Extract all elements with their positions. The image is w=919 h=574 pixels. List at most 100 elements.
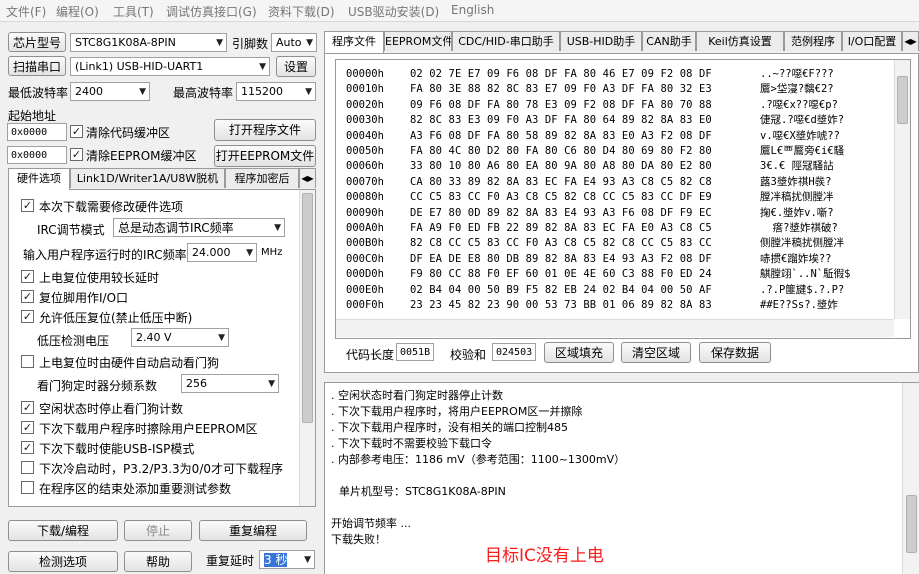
- open-program-file-button[interactable]: 打开程序文件: [214, 119, 316, 141]
- tab-io-config[interactable]: I/O口配置: [842, 31, 902, 51]
- tab-examples[interactable]: 范例程序: [784, 31, 842, 51]
- lvd-select[interactable]: 2.40 V ▼: [131, 328, 229, 347]
- hex-vertical-scrollbar[interactable]: [894, 60, 910, 319]
- options-scrollbar[interactable]: [299, 190, 315, 506]
- menu-usb-driver[interactable]: USB驱动安装(D): [348, 3, 439, 20]
- pin-count-label: 引脚数: [232, 37, 269, 51]
- hex-row-address: 00080h: [346, 191, 384, 204]
- checksum-value: 024503: [492, 343, 536, 361]
- tab-keil-sim[interactable]: Keil仿真设置: [696, 31, 784, 51]
- hex-row-bytes[interactable]: FA A9 F0 ED FB 22 89 82 8A 83 EC FA E0 A…: [410, 220, 712, 236]
- hex-row-bytes[interactable]: F9 80 CC 88 F0 EF 60 01 0E 4E 60 C3 88 F…: [410, 266, 712, 282]
- help-button[interactable]: 帮助: [124, 551, 192, 572]
- clear-eeprom-checkbox[interactable]: ✓: [70, 148, 83, 161]
- tab-scroll-arrows[interactable]: ◀▶: [299, 168, 316, 188]
- hex-row-bytes[interactable]: 09 F6 08 DF FA 80 78 E3 09 F2 08 DF FA 8…: [410, 97, 712, 113]
- end-param-checkbox[interactable]: [21, 481, 34, 494]
- hex-row-bytes[interactable]: CA 80 33 89 82 8A 83 EC FA E4 93 A3 C8 C…: [410, 174, 712, 190]
- hex-row-ascii: v.噁€X墏妰唬??: [760, 129, 840, 142]
- tab-usb-hid[interactable]: USB-HID助手: [560, 31, 642, 51]
- irc-frequency-input[interactable]: 24.000 ▼: [187, 243, 257, 262]
- port-value: (Link1) USB-HID-UART1: [75, 60, 204, 73]
- irc-mode-select[interactable]: 总是动态调节IRC频率 ▼: [113, 218, 285, 237]
- code-start-address-input[interactable]: 0x0000: [7, 123, 67, 141]
- erase-eeprom-checkbox[interactable]: ✓: [21, 421, 34, 434]
- menu-download[interactable]: 资料下载(D): [268, 3, 335, 20]
- min-baud-select[interactable]: 2400 ▼: [70, 82, 150, 101]
- save-data-button[interactable]: 保存数据: [699, 342, 771, 363]
- chevron-down-icon: ▼: [306, 38, 313, 48]
- chevron-down-icon: ▼: [268, 379, 275, 389]
- chip-type-select[interactable]: STC8G1K08A-8PIN ▼: [70, 33, 227, 52]
- open-eeprom-file-button[interactable]: 打开EEPROM文件: [214, 145, 316, 167]
- hex-scrollbar-thumb[interactable]: [897, 76, 908, 124]
- hex-editor[interactable]: 00000h 02 02 7E E7 09 F6 08 DF FA 80 46 E…: [335, 59, 911, 339]
- clear-area-button[interactable]: 清空区域: [621, 342, 691, 363]
- eeprom-start-address-input[interactable]: 0x0000: [7, 146, 67, 164]
- hex-row-ascii: 掬€.墏妰v.噺?: [760, 206, 834, 219]
- isp-mode-checkbox[interactable]: ✓: [21, 441, 34, 454]
- hex-row-ascii: 鷢>垈寖?黐€2?: [760, 83, 834, 96]
- menu-english[interactable]: English: [451, 3, 494, 17]
- menu-file[interactable]: 文件(F): [6, 3, 46, 20]
- options-scrollbar-thumb[interactable]: [302, 193, 313, 423]
- pin-count-select[interactable]: Auto ▼: [271, 33, 317, 52]
- max-baud-select[interactable]: 115200 ▼: [236, 82, 316, 101]
- hex-row-bytes[interactable]: A3 F6 08 DF FA 80 58 89 82 8A 83 E0 A3 F…: [410, 128, 712, 144]
- hex-row-address: 000C0h: [346, 252, 384, 265]
- hex-horizontal-scrollbar[interactable]: [336, 319, 894, 337]
- tab-eeprom-file[interactable]: EEPROM文件: [384, 31, 452, 51]
- hex-row-bytes[interactable]: 23 23 45 82 23 90 00 53 73 BB 01 06 89 8…: [410, 297, 712, 313]
- wdt-hw-checkbox[interactable]: [21, 355, 34, 368]
- tab-scroll-arrows[interactable]: ◀▶: [902, 31, 919, 51]
- power-reset-checkbox[interactable]: ✓: [21, 270, 34, 283]
- tab-cdc-hid-uart[interactable]: CDC/HID-串口助手: [452, 31, 560, 51]
- hex-row-bytes[interactable]: DF EA DE E8 80 DB 89 82 8A 83 E4 93 A3 F…: [410, 251, 712, 267]
- log-scrollbar[interactable]: [902, 383, 919, 574]
- hex-row-bytes[interactable]: 82 8C 83 E3 09 F0 A3 DF FA 80 64 89 82 8…: [410, 112, 712, 128]
- menu-debug[interactable]: 调试仿真接口(G): [166, 3, 257, 20]
- menu-program[interactable]: 编程(O): [56, 3, 99, 20]
- log-line: 开始调节频率 ...: [331, 517, 411, 530]
- repeat-delay-label: 重复延时: [206, 554, 255, 568]
- tab-hardware-options[interactable]: 硬件选项: [8, 168, 70, 190]
- repeat-program-button[interactable]: 重复编程: [199, 520, 307, 541]
- max-baud-label: 最高波特率: [173, 86, 234, 100]
- hex-row-ascii: 哧掼€蹓妰埃??: [760, 252, 832, 265]
- hex-row-bytes[interactable]: DE E7 80 0D 89 82 8A 83 E4 93 A3 F6 08 D…: [410, 205, 712, 221]
- scan-port-button[interactable]: 扫描串口: [8, 56, 66, 76]
- download-program-button[interactable]: 下载/编程: [8, 520, 118, 541]
- hex-row-bytes[interactable]: FA 80 4C 80 D2 80 FA 80 C6 80 D4 80 69 8…: [410, 143, 712, 159]
- hex-row-bytes[interactable]: 33 80 10 80 A6 80 EA 80 9A 80 A8 80 DA 8…: [410, 158, 712, 174]
- tab-program-file[interactable]: 程序文件: [324, 31, 384, 53]
- tab-offline-writer[interactable]: Link1D/Writer1A/U8W脱机: [70, 168, 225, 188]
- hex-row-bytes[interactable]: FA 80 3E 88 82 8C 83 E7 09 F0 A3 DF FA 8…: [410, 81, 712, 97]
- hex-row-address: 00040h: [346, 129, 384, 142]
- log-output[interactable]: . 空闲状态时看门狗定时器停止计数 . 下次下载用户程序时，将用户EEPROM区一…: [324, 382, 919, 574]
- chip-type-button[interactable]: 芯片型号: [8, 32, 66, 52]
- hw-change-checkbox[interactable]: ✓: [21, 199, 34, 212]
- repeat-delay-select[interactable]: 3 秒 ▼: [259, 550, 315, 569]
- fill-area-button[interactable]: 区域填充: [544, 342, 614, 363]
- hex-row-bytes[interactable]: 82 C8 CC C5 83 CC F0 A3 C8 C5 82 C8 CC C…: [410, 235, 712, 251]
- hex-row-bytes[interactable]: 02 B4 04 00 50 B9 F5 82 EB 24 02 B4 04 0…: [410, 282, 712, 298]
- tab-can[interactable]: CAN助手: [642, 31, 696, 51]
- hex-row-address: 00060h: [346, 160, 384, 173]
- hex-row-address: 000D0h: [346, 268, 384, 281]
- log-scrollbar-thumb[interactable]: [906, 495, 917, 553]
- clear-code-checkbox[interactable]: ✓: [70, 125, 83, 138]
- reset-pin-checkbox[interactable]: ✓: [21, 290, 34, 303]
- wdt-prescale-select[interactable]: 256 ▼: [181, 374, 279, 393]
- hex-row-bytes[interactable]: 02 02 7E E7 09 F6 08 DF FA 80 46 E7 09 F…: [410, 66, 712, 82]
- chevron-down-icon: ▼: [216, 38, 223, 48]
- settings-button[interactable]: 设置: [276, 56, 316, 77]
- cold-start-checkbox[interactable]: [21, 461, 34, 474]
- hex-row-bytes[interactable]: CC C5 83 CC F0 A3 C8 C5 82 C8 CC C5 83 C…: [410, 189, 712, 205]
- stop-button[interactable]: 停止: [124, 520, 192, 541]
- lvr-checkbox[interactable]: ✓: [21, 310, 34, 323]
- menu-tools[interactable]: 工具(T): [113, 3, 154, 20]
- port-select[interactable]: (Link1) USB-HID-UART1 ▼: [70, 57, 270, 76]
- tab-encryption[interactable]: 程序加密后: [225, 168, 299, 188]
- wdt-idle-checkbox[interactable]: ✓: [21, 401, 34, 414]
- check-options-button[interactable]: 检测选项: [8, 551, 118, 572]
